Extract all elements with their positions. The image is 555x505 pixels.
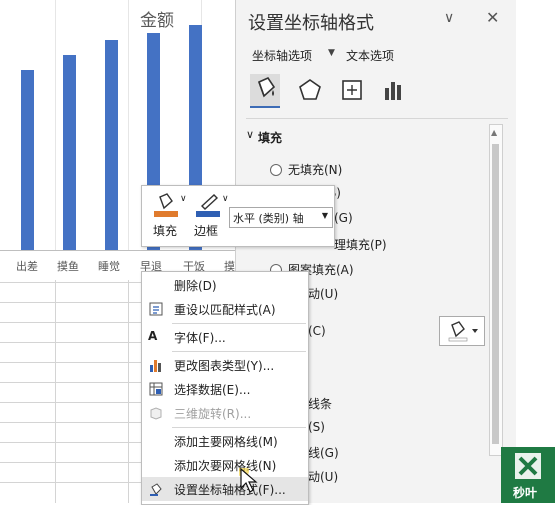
x-tick-label[interactable]: 出差 xyxy=(16,258,38,274)
scroll-up-arrow-icon[interactable]: ▲ xyxy=(491,128,497,137)
mini-toolbar: ∨ 填充 ∨ 边框 水平 (类别) 轴 ▼ xyxy=(141,185,335,247)
option-label: 理填充(P) xyxy=(334,238,387,252)
pen-icon xyxy=(196,194,220,217)
fill-color-button[interactable] xyxy=(439,316,485,346)
option-label: (C) xyxy=(308,324,326,338)
paint-bucket-icon xyxy=(448,321,478,342)
chevron-down-icon[interactable]: ∨ xyxy=(444,10,454,26)
tab-axis-options[interactable]: 坐标轴选项 xyxy=(252,47,312,64)
tab-text-options[interactable]: 文本选项 xyxy=(346,47,394,64)
x-tick-label[interactable]: 摸鱼 xyxy=(57,258,79,274)
chevron-down-icon[interactable]: ∨ xyxy=(222,194,229,204)
chart-bar[interactable] xyxy=(105,40,118,250)
option-label: 动(U) xyxy=(308,470,339,484)
font-icon: A xyxy=(148,329,158,343)
menu-item-reset-style[interactable]: 重设以匹配样式(A) xyxy=(142,297,308,321)
chart-bar[interactable] xyxy=(63,55,76,250)
chart-element-select[interactable]: 水平 (类别) 轴 ▼ xyxy=(229,207,333,228)
excel-icon xyxy=(515,453,541,479)
fill-button[interactable] xyxy=(152,191,182,224)
axis-options-chart-icon[interactable] xyxy=(380,76,408,104)
chevron-down-icon[interactable]: ∨ xyxy=(180,194,187,204)
x-axis-line[interactable] xyxy=(0,250,235,251)
format-axis-icon xyxy=(148,481,164,497)
pane-title: 设置坐标轴格式 xyxy=(248,13,374,34)
close-icon[interactable]: ✕ xyxy=(486,8,499,27)
menu-item-format-axis[interactable]: 设置坐标轴格式(F)... xyxy=(142,477,308,501)
context-menu: 删除(D) 重设以匹配样式(A) A 字体(F)... 更改图表类型(Y)...… xyxy=(141,271,309,505)
select-data-icon xyxy=(148,381,164,397)
chart-type-icon xyxy=(148,357,164,373)
logo-text: 秒叶 xyxy=(513,486,538,500)
cube-icon xyxy=(148,405,164,421)
mouse-cursor-icon xyxy=(237,465,261,501)
paint-bucket-icon xyxy=(154,193,178,217)
border-label: 边框 xyxy=(194,224,219,238)
menu-item-add-minor-gridlines[interactable]: 添加次要网格线(N) xyxy=(142,453,308,477)
menu-item-select-data[interactable]: 选择数据(E)... xyxy=(142,377,308,401)
fill-label: 填充 xyxy=(153,224,178,238)
option-label: (G) xyxy=(334,211,353,225)
menu-item-font[interactable]: A 字体(F)... xyxy=(142,325,308,349)
collapse-chevron-icon[interactable]: ∨ xyxy=(246,128,254,141)
option-label: (S) xyxy=(308,420,325,434)
caret-down-icon[interactable]: ▼ xyxy=(328,48,335,58)
reset-style-icon xyxy=(148,301,164,317)
menu-item-delete[interactable]: 删除(D) xyxy=(142,273,308,297)
chart-title[interactable]: 金额 xyxy=(140,6,174,31)
fill-line-category[interactable] xyxy=(250,74,280,108)
size-properties-icon[interactable] xyxy=(338,76,366,104)
option-label: 无填充(N) xyxy=(288,163,343,177)
caret-down-icon[interactable]: ▼ xyxy=(322,211,328,220)
option-label: 线条 xyxy=(308,397,333,411)
option-label: 线(G) xyxy=(308,446,339,460)
paint-bucket-icon xyxy=(257,76,276,98)
x-tick-label[interactable]: 睡觉 xyxy=(98,258,120,274)
option-label: 动(U) xyxy=(308,287,339,301)
border-button[interactable] xyxy=(194,191,224,224)
menu-item-change-chart-type[interactable]: 更改图表类型(Y)... xyxy=(142,353,308,377)
menu-item-add-major-gridlines[interactable]: 添加主要网格线(M) xyxy=(142,429,308,453)
scrollbar-thumb[interactable] xyxy=(492,144,499,444)
section-fill-header[interactable]: 填充 xyxy=(258,129,282,146)
pentagon-effects-icon[interactable] xyxy=(296,76,324,104)
select-value: 水平 (类别) 轴 xyxy=(233,212,304,225)
chart-bar[interactable] xyxy=(21,70,34,250)
menu-item-3d-rotation[interactable]: 三维旋转(R)... xyxy=(142,401,308,425)
radio-no-fill[interactable] xyxy=(270,164,282,176)
